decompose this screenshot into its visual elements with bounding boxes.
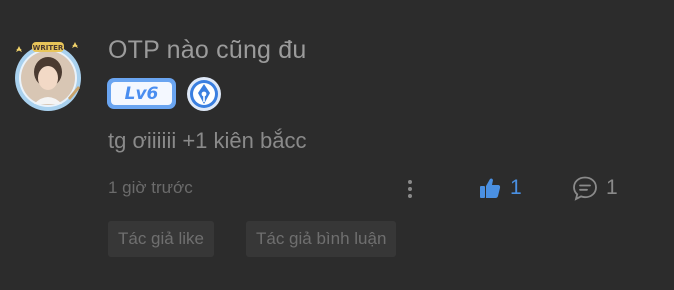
level-badge-label: Lv6: [124, 83, 159, 104]
level-badge: Lv6: [107, 78, 176, 109]
like-button[interactable]: 1: [478, 174, 522, 202]
like-count: 1: [510, 176, 522, 199]
username[interactable]: OTP nào cũng đu: [108, 36, 307, 65]
reply-count: 1: [606, 176, 618, 199]
avatar[interactable]: WRITER: [10, 38, 86, 114]
avatar-frame-label: WRITER: [33, 44, 64, 52]
tag-author-commented: Tác giả bình luận: [246, 221, 397, 257]
more-options-icon[interactable]: [403, 178, 417, 200]
comment-bubble-icon: [573, 176, 597, 201]
tag-author-liked: Tác giả like: [108, 221, 214, 257]
thumbs-up-icon: [480, 178, 501, 198]
reply-button[interactable]: 1: [572, 174, 618, 202]
timestamp: 1 giờ trước: [108, 178, 193, 197]
comment-text: tg ơiiiiii +1 kiên bắcc: [108, 128, 307, 153]
writer-medal-icon: [186, 76, 222, 112]
